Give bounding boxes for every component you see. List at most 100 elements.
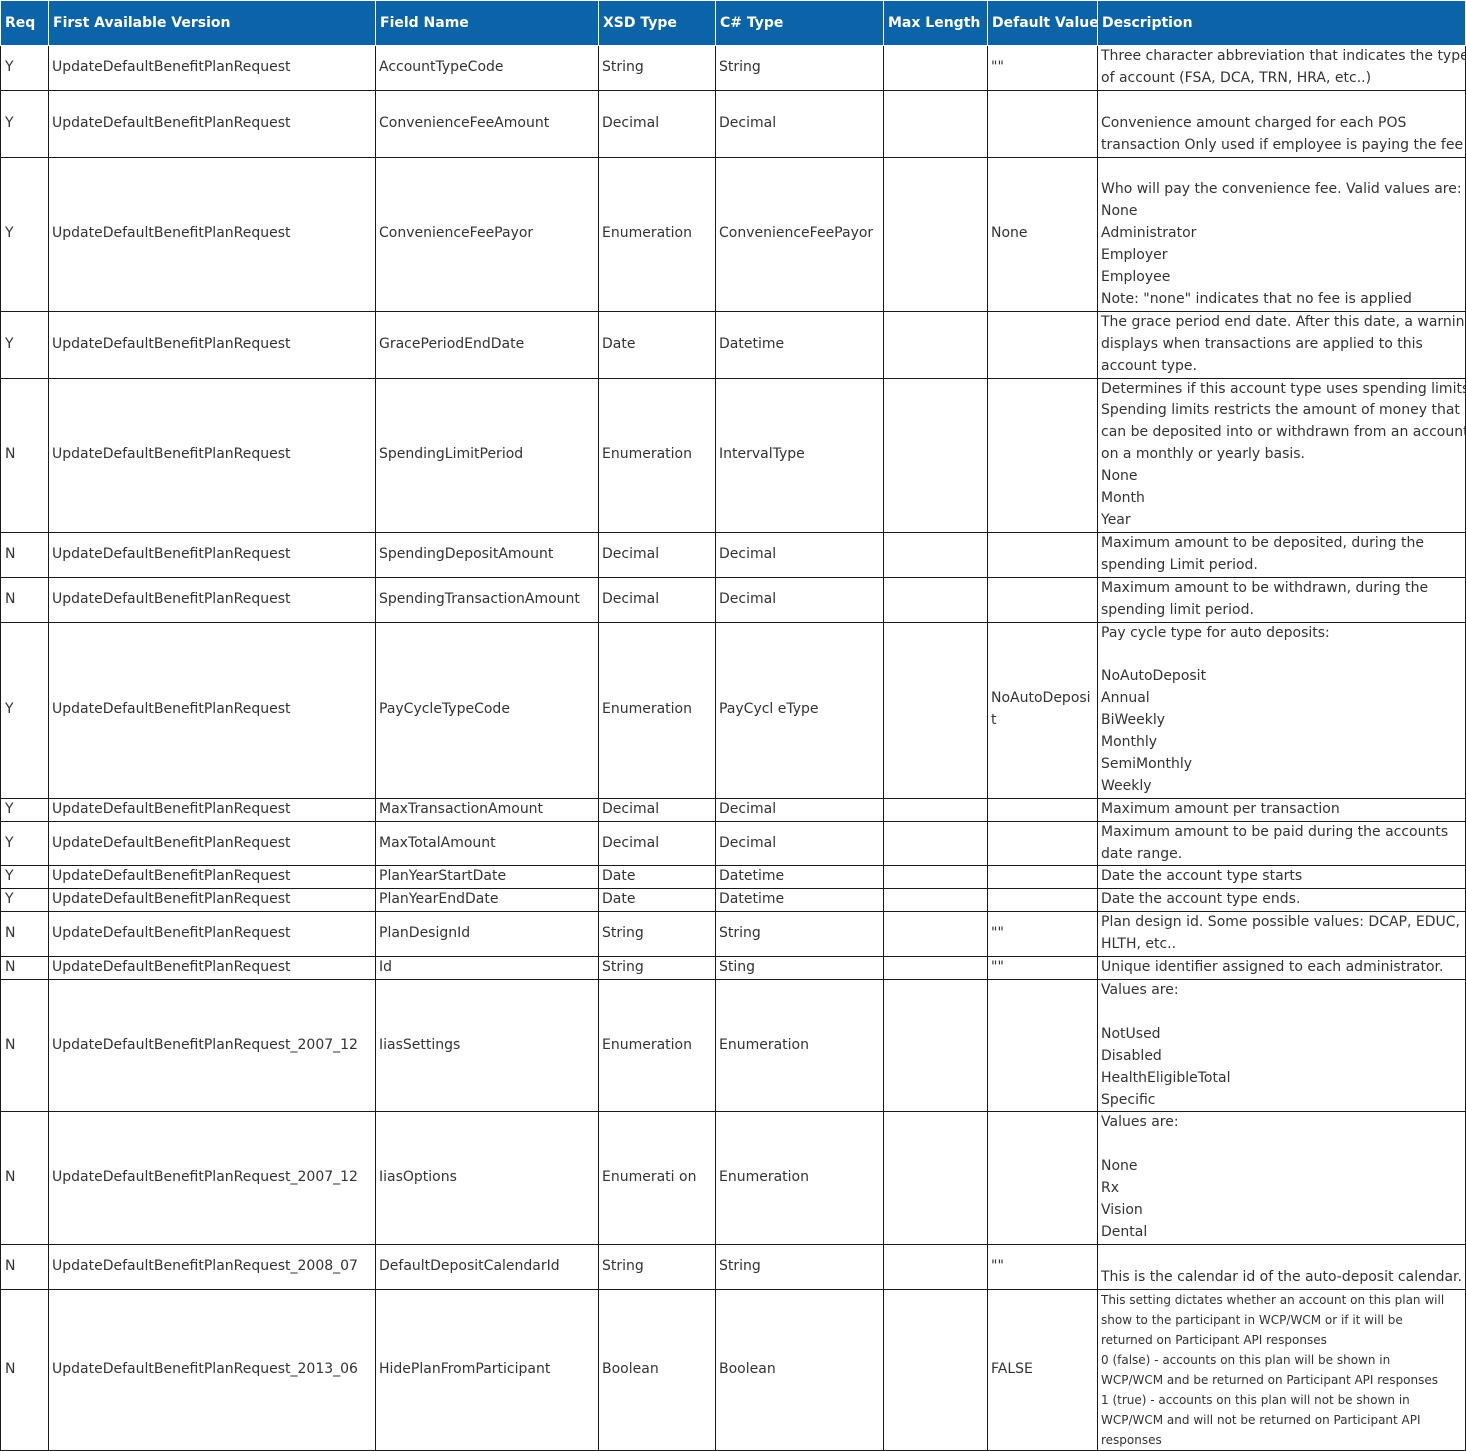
table-row: Y UpdateDefaultBenefitPlanRequest PlanYear… bbox=[0, 888, 1466, 913]
version-cell: UpdateDefaultBenefitPlanRequest bbox=[48, 89, 376, 158]
description-line: Specific bbox=[1101, 1091, 1156, 1108]
default-value-cell: NoAutoDeposi t bbox=[987, 621, 1098, 799]
description-line: None bbox=[1101, 468, 1138, 485]
description-line: show to the participant in WCP/WCM or if… bbox=[1101, 1312, 1403, 1327]
description-cell: Convenience amount charged for each POS t… bbox=[1097, 89, 1466, 158]
max-length-cell bbox=[883, 310, 988, 379]
default-value-cell bbox=[987, 1111, 1098, 1245]
description-line: can be deposited into or withdrawn from … bbox=[1101, 424, 1466, 441]
version-cell: UpdateDefaultBenefitPlanRequest bbox=[48, 310, 376, 379]
req-cell: Y bbox=[0, 820, 49, 867]
field-name-cell: SpendingLimitPeriod bbox=[375, 377, 599, 533]
req-cell: Y bbox=[0, 45, 49, 91]
xsd-type-cell: String bbox=[598, 956, 716, 981]
description-line: Annual bbox=[1101, 690, 1150, 707]
description-line bbox=[1101, 1002, 1462, 1024]
xsd-type-cell: Enumeration bbox=[598, 156, 716, 312]
description-line: 1 (true) - accounts on this plan will no… bbox=[1101, 1392, 1410, 1407]
table-row: N UpdateDefaultBenefitPlanRequest Spending… bbox=[0, 377, 1466, 533]
field-name-cell: MaxTransactionAmount bbox=[375, 797, 599, 822]
column-header-cs-type: C# Type bbox=[715, 0, 884, 46]
version-cell: UpdateDefaultBenefitPlanRequest bbox=[48, 865, 376, 890]
cs-type-cell: Datetime bbox=[715, 310, 884, 379]
description-cell: The grace period end date. After this da… bbox=[1097, 310, 1466, 379]
description-line: Plan design id. Some possible values: DC… bbox=[1101, 914, 1461, 931]
version-cell: UpdateDefaultBenefitPlanRequest bbox=[48, 956, 376, 981]
field-name-cell: SpendingTransactionAmount bbox=[375, 576, 599, 623]
description-line: Monthly bbox=[1101, 734, 1158, 751]
cs-type-cell: Enumeration bbox=[715, 979, 884, 1113]
table-body: Y UpdateDefaultBenefitPlanRequest AccountT… bbox=[0, 45, 1466, 1451]
column-header-description: Description bbox=[1097, 0, 1466, 46]
default-value-cell bbox=[987, 820, 1098, 867]
field-name-cell: SpendingDepositAmount bbox=[375, 531, 599, 578]
version-cell: UpdateDefaultBenefitPlanRequest bbox=[48, 377, 376, 533]
cs-type-cell: Datetime bbox=[715, 865, 884, 890]
description-line bbox=[1101, 158, 1462, 179]
cs-type-cell: Datetime bbox=[715, 888, 884, 913]
field-name-cell: DefaultDepositCalendarId bbox=[375, 1243, 599, 1290]
field-name-cell: AccountTypeCode bbox=[375, 45, 599, 91]
req-cell: Y bbox=[0, 621, 49, 799]
field-name-cell: GracePeriodEndDate bbox=[375, 310, 599, 379]
description-line: HLTH, etc.. bbox=[1101, 936, 1177, 953]
cs-type-cell: Sting bbox=[715, 956, 884, 981]
description-line: responses bbox=[1101, 1432, 1162, 1447]
cs-type-cell: Decimal bbox=[715, 531, 884, 578]
description-line: displays when transactions are applied t… bbox=[1101, 335, 1423, 352]
default-value-cell bbox=[987, 888, 1098, 913]
max-length-cell bbox=[883, 1288, 988, 1451]
field-name-cell: PayCycleTypeCode bbox=[375, 621, 599, 799]
description-line: WCP/WCM and will not be returned on Part… bbox=[1101, 1412, 1421, 1427]
table-row: N UpdateDefaultBenefitPlanRequest_2008_07… bbox=[0, 1243, 1466, 1290]
description-cell: Plan design id. Some possible values: DC… bbox=[1097, 911, 1466, 958]
table-row: N UpdateDefaultBenefitPlanRequest Spending… bbox=[0, 531, 1466, 578]
description-line: The grace period end date. After this da… bbox=[1101, 313, 1466, 330]
description-cell: Maximum amount to be deposited, during t… bbox=[1097, 531, 1466, 578]
version-cell: UpdateDefaultBenefitPlanRequest bbox=[48, 797, 376, 822]
req-cell: Y bbox=[0, 797, 49, 822]
xsd-type-cell: Decimal bbox=[598, 531, 716, 578]
description-cell: Date the account type ends. bbox=[1097, 888, 1466, 913]
xsd-type-cell: String bbox=[598, 911, 716, 958]
default-value-cell bbox=[987, 377, 1098, 533]
description-line: Maximum amount to be deposited, during t… bbox=[1101, 534, 1424, 551]
description-line: Values are: bbox=[1101, 1114, 1179, 1131]
description-line: Pay cycle type for auto deposits: bbox=[1101, 624, 1330, 641]
version-cell: UpdateDefaultBenefitPlanRequest bbox=[48, 156, 376, 312]
description-line: returned on Participant API responses bbox=[1101, 1332, 1327, 1347]
field-name-cell: IiasSettings bbox=[375, 979, 599, 1113]
description-line: SemiMonthly bbox=[1101, 755, 1193, 772]
default-value-cell: "" bbox=[987, 956, 1098, 981]
description-line: Weekly bbox=[1101, 777, 1152, 794]
max-length-cell bbox=[883, 865, 988, 890]
max-length-cell bbox=[883, 956, 988, 981]
description-line: NotUsed bbox=[1101, 1025, 1161, 1042]
version-cell: UpdateDefaultBenefitPlanRequest bbox=[48, 820, 376, 867]
description-line: Year bbox=[1101, 512, 1131, 528]
xsd-type-cell: Date bbox=[598, 865, 716, 890]
description-line: Maximum amount to be withdrawn, during t… bbox=[1101, 579, 1429, 596]
description-line: Month bbox=[1101, 490, 1145, 507]
req-cell: N bbox=[0, 1243, 49, 1290]
req-cell: Y bbox=[0, 89, 49, 158]
description-cell: Maximum amount to be withdrawn, during t… bbox=[1097, 576, 1466, 623]
cs-type-cell: String bbox=[715, 45, 884, 91]
column-header-field-name: Field Name bbox=[375, 0, 599, 46]
description-line: Three character abbreviation that indica… bbox=[1101, 48, 1466, 64]
description-line: NoAutoDeposit bbox=[1101, 668, 1207, 685]
description-line bbox=[1101, 1134, 1462, 1156]
req-cell: N bbox=[0, 531, 49, 578]
description-line: transaction Only used if employee is pay… bbox=[1101, 136, 1464, 153]
description-line: Dental bbox=[1101, 1223, 1148, 1240]
cs-type-cell: Decimal bbox=[715, 89, 884, 158]
default-value-cell: FALSE bbox=[987, 1288, 1098, 1451]
field-name-cell: HidePlanFromParticipant bbox=[375, 1288, 599, 1451]
api-field-table: Req First Available Version Field Name XSD … bbox=[0, 0, 1466, 1451]
cs-type-cell: Decimal bbox=[715, 797, 884, 822]
description-line: Determines if this account type uses spe… bbox=[1101, 380, 1466, 397]
table-row: Y UpdateDefaultBenefitPlanRequest GracePer… bbox=[0, 310, 1466, 379]
description-line: HealthEligibleTotal bbox=[1101, 1069, 1231, 1086]
version-cell: UpdateDefaultBenefitPlanRequest_2013_06 bbox=[48, 1288, 376, 1451]
description-line: Date the account type starts bbox=[1101, 868, 1303, 885]
